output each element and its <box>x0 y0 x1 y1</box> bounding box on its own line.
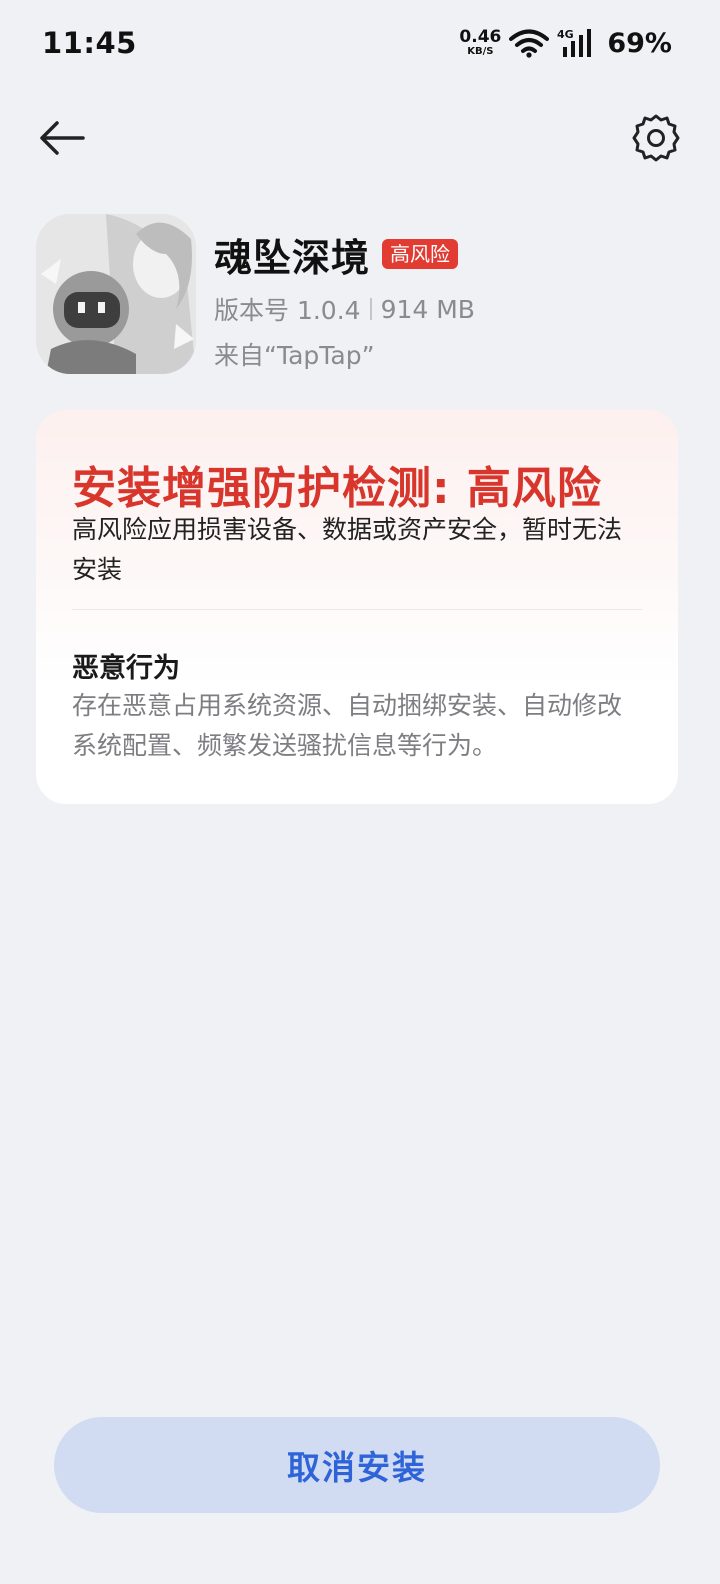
status-icons: 0.46 KB/S 4G 69% <box>459 24 672 62</box>
app-meta: 版本号 1.0.4 914 MB <box>214 292 475 326</box>
network-speed: 0.46 KB/S <box>459 29 501 57</box>
settings-button[interactable] <box>626 108 686 168</box>
app-name: 魂坠深境 <box>214 235 371 280</box>
risk-badge: 高风险 <box>382 239 459 269</box>
gear-icon <box>631 113 681 163</box>
status-time: 11:45 <box>42 26 137 60</box>
arrow-left-icon <box>37 118 87 158</box>
install-risk-screen: 11:45 0.46 KB/S 4G 69% 魂坠深境 高风险 版本号 1.0.… <box>0 0 720 1584</box>
app-text: 魂坠深境 高风险 版本号 1.0.4 914 MB 来自“TapTap” <box>214 226 475 371</box>
app-info: 魂坠深境 高风险 版本号 1.0.4 914 MB 来自“TapTap” <box>36 214 686 376</box>
behavior-description: 存在恶意占用系统资源、自动捆绑安装、自动修改系统配置、频繁发送骚扰信息等行为。 <box>72 691 623 760</box>
risk-detection-card: 安装增强防护检测: 高风险 高风险应用损害设备、数据或资产安全，暂时无法安装 恶… <box>36 410 678 804</box>
app-version: 版本号 1.0.4 <box>214 296 361 325</box>
meta-divider <box>369 298 372 320</box>
card-divider <box>72 609 642 610</box>
risk-title: 安装增强防护检测: 高风险 <box>72 463 602 514</box>
network-speed-value: 0.46 <box>459 27 502 47</box>
cancel-install-button[interactable]: 取消安装 <box>54 1417 660 1513</box>
app-icon <box>36 214 196 374</box>
app-name-row: 魂坠深境 高风险 <box>214 226 475 282</box>
status-bar: 11:45 0.46 KB/S 4G 69% <box>0 0 720 86</box>
wifi-icon <box>509 28 550 58</box>
cellular-signal-icon: 4G <box>557 27 597 59</box>
network-speed-unit: KB/S <box>467 46 494 57</box>
battery-level: 69% <box>607 27 672 59</box>
app-source: 来自“TapTap” <box>214 341 375 370</box>
app-size: 914 MB <box>380 294 475 324</box>
back-button[interactable] <box>32 110 92 166</box>
risk-description: 高风险应用损害设备、数据或资产安全，暂时无法安装 <box>72 515 623 584</box>
behavior-title: 恶意行为 <box>72 653 180 684</box>
network-type-label: 4G <box>557 28 574 41</box>
